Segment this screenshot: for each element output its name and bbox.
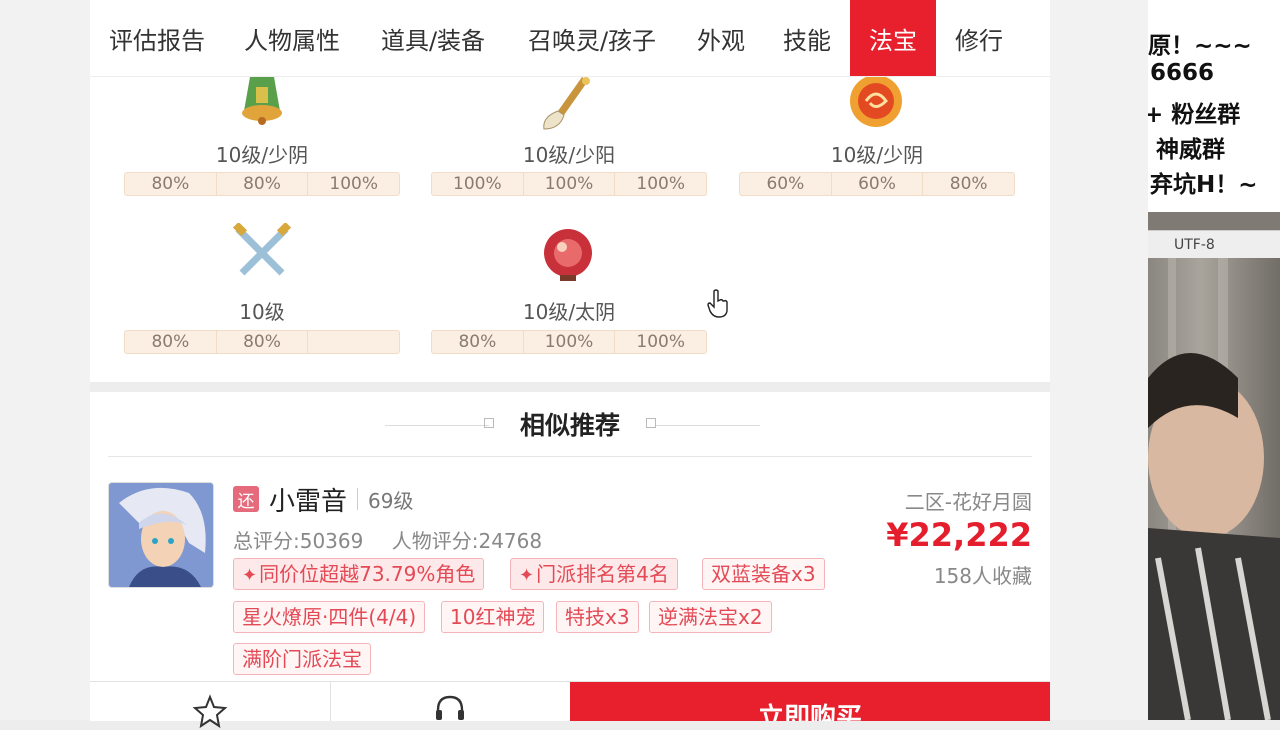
crossed-swords-icon: [232, 223, 292, 276]
tag: 双蓝装备x3: [702, 558, 825, 590]
stat-value: [308, 331, 399, 353]
customer-service-button[interactable]: [330, 682, 570, 721]
title-deco-line: [656, 425, 760, 426]
tag: 10红神宠: [441, 601, 545, 633]
treasure-level: 10级/太阴: [522, 300, 616, 324]
tab-bar: 评估报告 人物属性 道具/装备 召唤灵/孩子 外观 技能 法宝 修行: [90, 0, 1050, 77]
stat-value: 100%: [524, 173, 616, 195]
sparkle-icon: ✦: [242, 565, 258, 586]
hand-cursor-icon: [707, 289, 728, 318]
tag-label: 同价位超越73.79%角色: [259, 562, 476, 586]
tag-label: 门派排名第4名: [536, 562, 669, 586]
stat-value: 80%: [125, 173, 217, 195]
server-name: 二区-花好月圆: [904, 490, 1032, 514]
tab-skills[interactable]: 技能: [764, 0, 850, 76]
stat-value: 80%: [949, 174, 988, 194]
stat-value: 80%: [217, 331, 309, 353]
chat-line: 神威群: [1156, 137, 1225, 163]
stat-value: 80%: [125, 331, 217, 353]
stat-value: 100%: [636, 174, 685, 194]
tag: ✦ 门派排名第4名: [510, 558, 678, 590]
chat-line: 原！~~~: [1148, 33, 1252, 59]
treasure-level: 10级/少阳: [522, 143, 616, 167]
treasure-stats: 80% 80% 100%: [124, 172, 400, 196]
chat-panel: 原！~~~ 6666 + 粉丝群 神威群 弃坑H！~: [1148, 0, 1280, 212]
tag: 逆满法宝x2: [649, 601, 772, 633]
recommend-panel: 相似推荐 还 小雷音 69级 总评分:50369 人物评分:24768 ✦ 同价位…: [90, 392, 1050, 682]
divider: [357, 488, 359, 510]
stat-value: 100%: [432, 173, 524, 195]
treasure-panel: 10级/少阴 80% 80% 100% 10级/少阳 100% 100% 100…: [90, 77, 1050, 382]
stat-value: 100%: [329, 174, 378, 194]
webcam-feed: [1148, 258, 1280, 720]
tab-items-equipment[interactable]: 道具/装备: [360, 0, 506, 76]
tag: 特技x3: [556, 601, 639, 633]
treasure-level: 10级/少阴: [215, 143, 309, 167]
stat-value: 60%: [740, 173, 832, 195]
tab-cultivation[interactable]: 修行: [936, 0, 1022, 76]
divider: [108, 456, 1032, 457]
total-score: 总评分:50369: [233, 529, 364, 553]
treasure-level: 10级/少阴: [830, 143, 924, 167]
buy-now-button[interactable]: 立即购买: [570, 682, 1050, 721]
stat-value: 80%: [217, 173, 309, 195]
brush-icon: [543, 77, 590, 130]
treasure-stats: 100% 100% 100%: [431, 172, 707, 196]
fire-orb-icon: [850, 77, 902, 127]
chat-line: 弃坑H！~: [1150, 172, 1258, 198]
bell-icon: [242, 77, 282, 125]
stat-value: 80%: [432, 331, 524, 353]
stat-value: 100%: [524, 331, 616, 353]
tab-appearance[interactable]: 外观: [678, 0, 764, 76]
red-gourd-icon: [544, 229, 592, 281]
stream-overlay: 原！~~~ 6666 + 粉丝群 神威群 弃坑H！~ UTF-8: [1148, 0, 1280, 720]
return-badge: 还: [233, 486, 259, 512]
tab-evaluation-report[interactable]: 评估报告: [90, 0, 224, 76]
favorite-button[interactable]: [90, 682, 331, 729]
tag: ✦ 同价位超越73.79%角色: [233, 558, 485, 590]
stat-value: 100%: [636, 332, 685, 352]
stat-value: 60%: [832, 173, 924, 195]
treasure-stats: 80% 100% 100%: [431, 330, 707, 354]
encoding-status: UTF-8: [1148, 230, 1280, 260]
chat-line: + 粉丝群: [1148, 102, 1241, 128]
tab-character-attributes[interactable]: 人物属性: [224, 0, 360, 76]
avatar[interactable]: [108, 482, 214, 588]
treasure-stats: 80% 80%: [124, 330, 400, 354]
recommend-title: 相似推荐: [519, 411, 620, 440]
favorite-count: 158人收藏: [933, 564, 1032, 588]
treasure-level: 10级: [239, 300, 285, 324]
listing-name-row: 还 小雷音 69级: [233, 481, 414, 518]
character-portrait: [109, 483, 213, 587]
tag: 星火燎原·四件(4/4): [233, 601, 426, 633]
star-icon: [192, 694, 228, 729]
scores: 总评分:50369 人物评分:24768: [233, 525, 564, 554]
headset-icon: [436, 695, 464, 720]
price: ¥22,222: [886, 516, 1032, 554]
treasure-stats: 60% 60% 80%: [739, 172, 1015, 196]
encoding-label: UTF-8: [1174, 237, 1215, 253]
streamer-video: [1148, 258, 1280, 720]
tag: 满阶门派法宝: [233, 643, 371, 675]
bottom-action-bar: 立即购买: [90, 681, 1050, 729]
tab-summons-children[interactable]: 召唤灵/孩子: [506, 0, 678, 76]
chat-line: 6666: [1150, 60, 1215, 86]
sparkle-icon: ✦: [519, 565, 535, 586]
character-name[interactable]: 小雷音: [269, 481, 347, 518]
character-score: 人物评分:24768: [391, 529, 543, 553]
title-deco-square: [646, 418, 656, 428]
character-level: 69级: [368, 488, 414, 513]
left-gutter: [0, 0, 90, 720]
tab-treasures[interactable]: 法宝: [850, 0, 936, 76]
right-gutter: [1050, 0, 1148, 720]
